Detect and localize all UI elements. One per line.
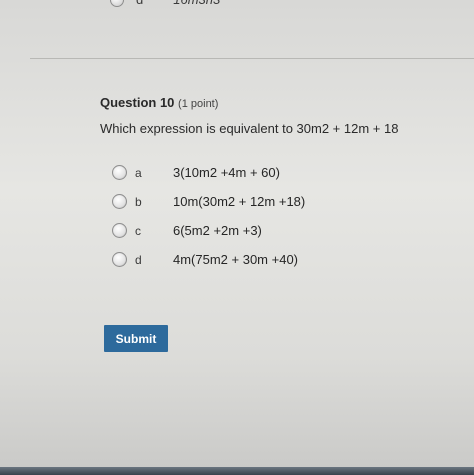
previous-option-letter: d — [136, 0, 143, 7]
option-letter: c — [135, 223, 141, 238]
answer-option-c[interactable]: c 6(5m2 +2m +3) — [112, 216, 305, 245]
question-header: Question 10 (1 point) — [100, 95, 218, 110]
option-letter: a — [135, 165, 142, 180]
radio-button-a[interactable] — [112, 165, 127, 180]
question-divider — [30, 58, 474, 59]
question-points: (1 point) — [178, 98, 219, 110]
option-letter: d — [135, 252, 142, 267]
option-expression: 10m(30m2 + 12m +18) — [173, 194, 306, 209]
radio-button-b[interactable] — [112, 194, 127, 209]
question-prompt: Which expression is equivalent to 30m2 +… — [100, 121, 399, 136]
radio-button-d[interactable] — [112, 252, 127, 267]
option-expression: 6(5m2 +2m +3) — [173, 223, 262, 238]
option-expression: 3(10m2 +4m + 60) — [173, 165, 280, 180]
previous-question-option: d 16m3n3 — [110, 0, 220, 7]
submit-button[interactable]: Submit — [104, 325, 168, 352]
option-expression: 4m(75m2 + 30m +40) — [173, 252, 299, 267]
previous-option-text: 16m3n3 — [173, 0, 220, 7]
option-letter: b — [135, 194, 142, 209]
answer-options: a 3(10m2 +4m + 60) b 10m(30m2 + 12m +18)… — [112, 158, 305, 274]
previous-radio-button[interactable] — [110, 0, 124, 7]
radio-button-c[interactable] — [112, 223, 127, 238]
question-title: Question 10 — [100, 95, 175, 110]
answer-option-b[interactable]: b 10m(30m2 + 12m +18) — [112, 187, 305, 216]
answer-option-a[interactable]: a 3(10m2 +4m + 60) — [112, 158, 305, 187]
answer-option-d[interactable]: d 4m(75m2 + 30m +40) — [112, 245, 305, 274]
screen-bottom-edge — [0, 467, 474, 475]
